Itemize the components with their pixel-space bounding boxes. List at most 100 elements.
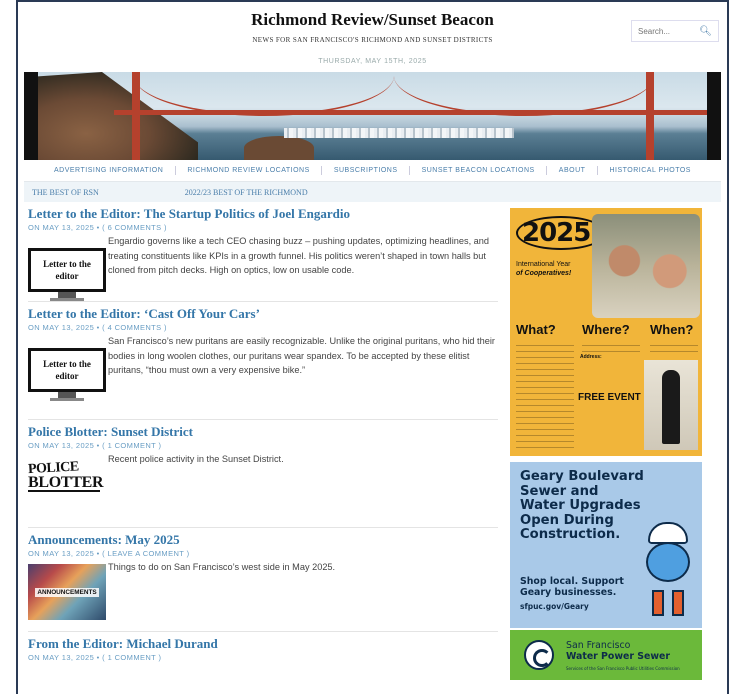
post-date[interactable]: MAY 13, 2025	[43, 323, 95, 332]
search-box[interactable]: 🔍︎	[631, 20, 719, 42]
post-meta: ON MAY 13, 2025 • ( 1 COMMENT )	[28, 441, 162, 450]
nav-divider	[596, 166, 598, 175]
ad-what-heading: What?	[516, 322, 556, 337]
ad2-url: sfpuc.gov/Geary	[520, 602, 589, 611]
post-item: Letter to the Editor: The Startup Politi…	[28, 202, 498, 302]
ad-where-heading: Where?	[582, 322, 630, 337]
main-nav: ADVERTISING INFORMATION RICHMOND REVIEW …	[24, 160, 721, 182]
post-thumbnail[interactable]: ANNOUNCEMENTS	[28, 560, 108, 624]
nav-divider	[409, 166, 411, 175]
sidebar: 2025: International Year of Cooperatives!…	[510, 202, 704, 680]
content-area: Letter to the Editor: The Startup Politi…	[18, 202, 727, 680]
ad2-org-tagline: Services of the San Francisco Public Uti…	[566, 666, 680, 671]
post-title[interactable]: Letter to the Editor: ‘Cast Off Your Car…	[28, 306, 498, 322]
banner-edge-left	[24, 72, 38, 160]
ad-cooperatives[interactable]: 2025: International Year of Cooperatives!…	[510, 208, 702, 456]
police-blotter-logo: POLICE BLOTTER	[27, 459, 104, 492]
post-title[interactable]: Announcements: May 2025	[28, 532, 498, 548]
post-comments-link[interactable]: 4 COMMENTS	[108, 323, 162, 332]
bridge-tower	[646, 72, 654, 160]
ad2-footer: San Francisco Water Power Sewer Services…	[510, 628, 702, 680]
ad-intl-year: International Year of Cooperatives!	[516, 261, 572, 277]
post-date[interactable]: MAY 13, 2025	[43, 549, 95, 558]
site-title[interactable]: Richmond Review/Sunset Beacon	[18, 2, 727, 30]
post-comments-link[interactable]: 1 COMMENT	[108, 441, 156, 450]
post-list: Letter to the Editor: The Startup Politi…	[24, 202, 498, 680]
post-item: Police Blotter: Sunset District ON MAY 1…	[28, 420, 498, 528]
post-excerpt: San Francisco’s new puritans are easily …	[108, 336, 495, 375]
search-input[interactable]	[638, 26, 698, 36]
post-date[interactable]: MAY 13, 2025	[43, 441, 95, 450]
site-tagline: NEWS FOR SAN FRANCISCO'S RICHMOND AND SU…	[252, 36, 493, 44]
mascot-icon	[638, 522, 698, 618]
post-excerpt: Engardio governs like a tech CEO chasing…	[108, 236, 490, 275]
post-excerpt: Recent police activity in the Sunset Dis…	[108, 454, 284, 464]
post-meta: ON MAY 13, 2025 • ( LEAVE A COMMENT )	[28, 549, 190, 558]
subnav-best-of-rsn[interactable]: THE BEST OF RSN	[32, 188, 99, 197]
monitor-graphic: Letter to the editor	[28, 248, 106, 304]
ad2-headline: Geary Boulevard Sewer and Water Upgrades…	[520, 469, 644, 542]
meta-prefix: ON	[28, 653, 41, 662]
post-thumbnail[interactable]: POLICE BLOTTER	[28, 452, 108, 512]
post-date[interactable]: MAY 13, 2025	[43, 223, 95, 232]
post-item: Letter to the Editor: ‘Cast Off Your Car…	[28, 302, 498, 420]
sfpuc-logo-icon	[524, 640, 554, 670]
ad-free-event: FREE EVENT	[578, 392, 641, 403]
ad-photo	[592, 214, 700, 318]
post-date[interactable]: MAY 13, 2025	[43, 653, 95, 662]
meta-prefix: ON	[28, 549, 41, 558]
post-title[interactable]: Police Blotter: Sunset District	[28, 424, 498, 440]
site-header: Richmond Review/Sunset Beacon NEWS FOR S…	[18, 2, 727, 72]
post-item: From the Editor: Michael Durand ON MAY 1…	[28, 632, 498, 662]
post-item: Announcements: May 2025 ON MAY 13, 2025 …	[28, 528, 498, 632]
ad-when-heading: When?	[650, 322, 694, 337]
banner-edge-right	[707, 72, 721, 160]
post-comments-link[interactable]: 1 COMMENT	[108, 653, 156, 662]
meta-prefix: ON	[28, 441, 41, 450]
ad2-org-name: San Francisco Water Power Sewer	[566, 640, 671, 662]
post-title[interactable]: From the Editor: Michael Durand	[28, 636, 498, 652]
monitor-graphic: Letter to the editor	[28, 348, 106, 404]
ad-figure-photo	[644, 360, 698, 450]
page-frame: Richmond Review/Sunset Beacon NEWS FOR S…	[16, 0, 729, 694]
ad-address: Address:	[580, 354, 602, 360]
secondary-nav: THE BEST OF RSN 2022/23 BEST OF THE RICH…	[24, 182, 721, 202]
nav-divider	[546, 166, 548, 175]
ad-geary-sewer[interactable]: Geary Boulevard Sewer and Water Upgrades…	[510, 462, 702, 680]
nav-about[interactable]: ABOUT	[559, 167, 586, 174]
post-meta: ON MAY 13, 2025 • ( 1 COMMENT )	[28, 653, 162, 662]
nav-historical-photos[interactable]: HISTORICAL PHOTOS	[609, 167, 691, 174]
post-comments-link[interactable]: 6 COMMENTS	[108, 223, 162, 232]
banner-city-skyline	[284, 128, 514, 138]
post-title[interactable]: Letter to the Editor: The Startup Politi…	[28, 206, 498, 222]
nav-sunset-beacon-locations[interactable]: SUNSET BEACON LOCATIONS	[422, 167, 535, 174]
ad2-subtext: Shop local. Support Geary businesses.	[520, 576, 624, 598]
meta-prefix: ON	[28, 323, 41, 332]
ad-what-details	[516, 340, 574, 450]
post-body: Letter to the editor San Francisco’s new…	[28, 334, 498, 401]
subnav-best-of-richmond[interactable]: 2022/23 BEST OF THE RICHMOND	[185, 188, 308, 197]
nav-advertising-information[interactable]: ADVERTISING INFORMATION	[54, 167, 163, 174]
thumbnail-label: Letter to the editor	[31, 251, 103, 289]
post-thumbnail[interactable]: Letter to the editor	[28, 234, 108, 301]
header-banner-image[interactable]	[24, 72, 721, 160]
post-body: POLICE BLOTTER Recent police activity in…	[28, 452, 498, 512]
post-thumbnail[interactable]: Letter to the editor	[28, 334, 108, 401]
post-comments-link[interactable]: LEAVE A COMMENT	[108, 549, 185, 558]
banner-rock	[244, 136, 314, 160]
thumbnail-label: Letter to the editor	[31, 351, 103, 389]
nav-divider	[174, 166, 176, 175]
post-meta: ON MAY 13, 2025 • ( 6 COMMENTS )	[28, 223, 167, 232]
post-meta: ON MAY 13, 2025 • ( 4 COMMENTS )	[28, 323, 167, 332]
ad-when-details	[650, 340, 698, 352]
current-date: THURSDAY, MAY 15TH, 2025	[318, 58, 427, 65]
post-excerpt: Things to do on San Francisco’s west sid…	[108, 562, 336, 572]
search-icon[interactable]: 🔍︎	[699, 26, 712, 37]
nav-divider	[321, 166, 323, 175]
announcements-image: ANNOUNCEMENTS	[28, 564, 106, 620]
post-body: ANNOUNCEMENTS Things to do on San Franci…	[28, 560, 498, 624]
nav-subscriptions[interactable]: SUBSCRIPTIONS	[334, 167, 398, 174]
bridge-tower	[132, 72, 140, 160]
meta-prefix: ON	[28, 223, 41, 232]
nav-richmond-review-locations[interactable]: RICHMOND REVIEW LOCATIONS	[187, 167, 309, 174]
